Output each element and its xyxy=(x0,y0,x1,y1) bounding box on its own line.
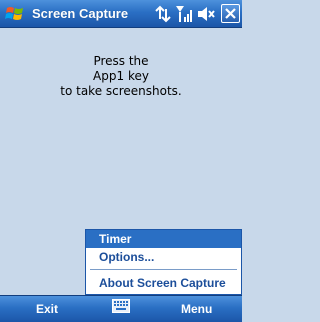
menu-item-options[interactable]: Options... xyxy=(86,248,241,266)
softkey-bar: Exit Menu xyxy=(0,295,242,322)
menu-divider xyxy=(90,269,237,270)
windows-start-icon[interactable] xyxy=(4,3,26,25)
close-icon[interactable] xyxy=(221,4,240,23)
signal-icon[interactable] xyxy=(175,4,193,24)
volume-icon[interactable] xyxy=(196,4,216,24)
message-line: Press the xyxy=(93,54,149,68)
app-title: Screen Capture xyxy=(32,6,129,21)
menu-item-timer[interactable]: Timer xyxy=(86,230,241,248)
menu-softkey[interactable]: Menu xyxy=(181,302,212,316)
title-bar: Screen Capture xyxy=(0,0,242,28)
connectivity-icon[interactable] xyxy=(154,4,172,24)
message-line: App1 key xyxy=(93,69,149,83)
message-line: to take screenshots. xyxy=(60,84,182,98)
instruction-message: Press the App1 key to take screenshots. xyxy=(0,54,242,99)
exit-softkey[interactable]: Exit xyxy=(36,302,58,316)
keyboard-icon[interactable] xyxy=(112,299,130,313)
menu-item-about[interactable]: About Screen Capture xyxy=(86,274,241,292)
popup-menu: Timer Options... About Screen Capture xyxy=(85,229,242,295)
